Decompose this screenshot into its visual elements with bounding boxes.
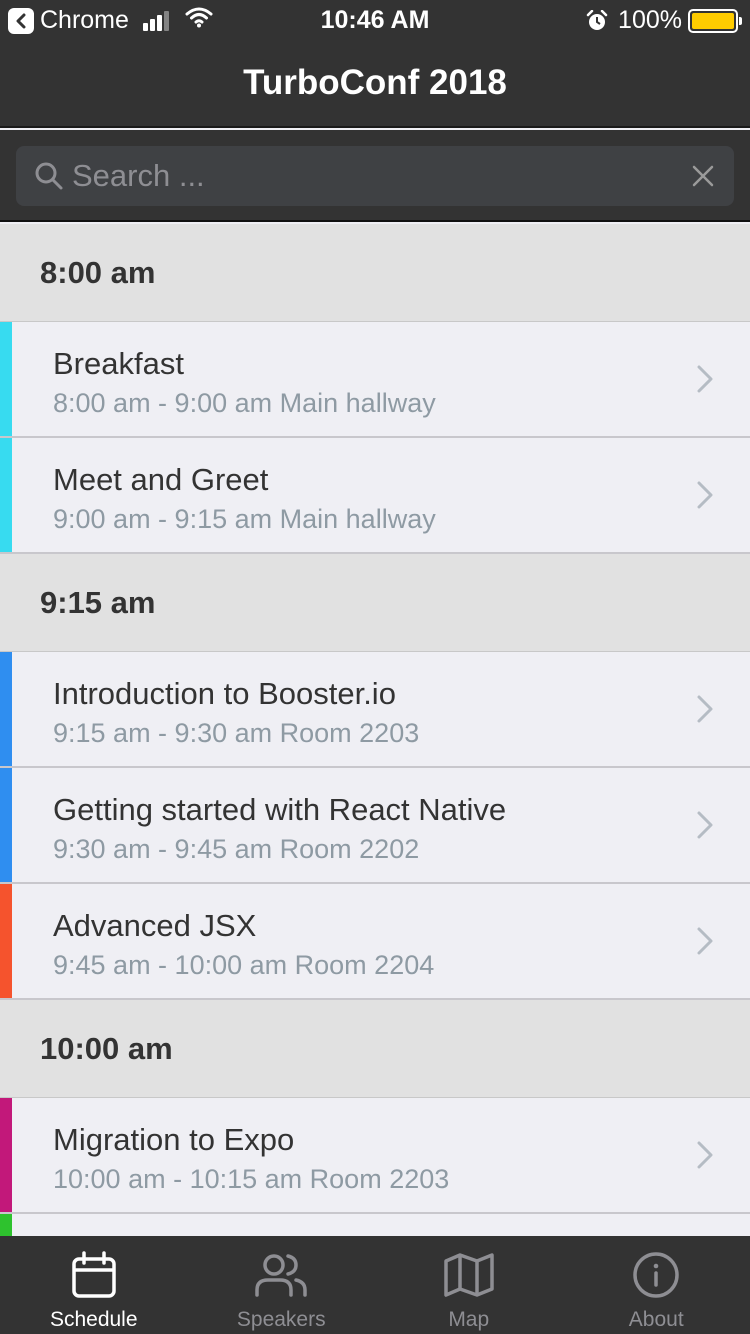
section-time: 10:00 am bbox=[40, 1030, 173, 1066]
track-color-bar bbox=[0, 652, 12, 766]
schedule-list[interactable]: 8:00 am Breakfast 8:00 am - 9:00 am Main… bbox=[0, 224, 750, 1236]
session-details: 10:00 am - 10:15 am Room 2203 bbox=[53, 1164, 449, 1195]
session-row[interactable]: Introduction to Booster.io 9:15 am - 9:3… bbox=[0, 652, 750, 768]
session-location: Room 2202 bbox=[279, 834, 420, 864]
session-title: Breakfast bbox=[53, 346, 184, 381]
session-time-range: 10:00 am - 10:15 am bbox=[53, 1164, 303, 1194]
tab-map[interactable]: Map bbox=[375, 1236, 563, 1334]
session-time-range: 9:00 am - 9:15 am bbox=[53, 504, 273, 534]
track-color-bar bbox=[0, 438, 12, 552]
chevron-right-icon bbox=[696, 810, 714, 840]
session-time-range: 8:00 am - 9:00 am bbox=[53, 388, 273, 418]
search-icon bbox=[34, 161, 64, 191]
search-input[interactable] bbox=[64, 146, 692, 206]
battery-percent: 100% bbox=[618, 6, 682, 34]
session-details: 8:00 am - 9:00 am Main hallway bbox=[53, 388, 436, 419]
tab-bar: Schedule Speakers Map About bbox=[0, 1236, 750, 1334]
alarm-icon bbox=[586, 9, 608, 32]
track-color-bar bbox=[0, 768, 12, 882]
session-row[interactable] bbox=[0, 1214, 750, 1236]
session-row[interactable]: Meet and Greet 9:00 am - 9:15 am Main ha… bbox=[0, 438, 750, 554]
session-row[interactable]: Advanced JSX 9:45 am - 10:00 am Room 220… bbox=[0, 884, 750, 1000]
users-icon bbox=[254, 1250, 308, 1300]
session-title: Introduction to Booster.io bbox=[53, 676, 396, 711]
session-details: 9:15 am - 9:30 am Room 2203 bbox=[53, 718, 419, 749]
session-title: Advanced JSX bbox=[53, 908, 257, 943]
section-header: 10:00 am bbox=[0, 1000, 750, 1098]
session-location: Room 2203 bbox=[279, 718, 420, 748]
session-title: Migration to Expo bbox=[53, 1122, 295, 1157]
session-details: 9:45 am - 10:00 am Room 2204 bbox=[53, 950, 434, 981]
tab-speakers[interactable]: Speakers bbox=[188, 1236, 376, 1334]
session-location: Room 2204 bbox=[294, 950, 435, 980]
session-row[interactable]: Getting started with React Native 9:30 a… bbox=[0, 768, 750, 884]
session-details: 9:30 am - 9:45 am Room 2202 bbox=[53, 834, 419, 865]
track-color-bar bbox=[0, 884, 12, 998]
tab-about[interactable]: About bbox=[563, 1236, 750, 1334]
map-icon bbox=[443, 1250, 495, 1300]
track-color-bar bbox=[0, 322, 12, 436]
session-location: Main hallway bbox=[279, 388, 436, 418]
session-title: Getting started with React Native bbox=[53, 792, 507, 827]
tab-schedule[interactable]: Schedule bbox=[0, 1236, 188, 1334]
session-time-range: 9:45 am - 10:00 am bbox=[53, 950, 288, 980]
search-bar bbox=[0, 130, 750, 222]
track-color-bar bbox=[0, 1098, 12, 1212]
section-header: 9:15 am bbox=[0, 554, 750, 652]
chevron-right-icon bbox=[696, 694, 714, 724]
tab-label: Speakers bbox=[236, 1308, 326, 1331]
session-title: Meet and Greet bbox=[53, 462, 269, 497]
track-color-bar bbox=[0, 1214, 12, 1236]
session-time-range: 9:30 am - 9:45 am bbox=[53, 834, 273, 864]
status-bar: Chrome 10:46 AM 100% bbox=[0, 0, 750, 40]
page-title: TurboConf 2018 bbox=[243, 63, 507, 102]
session-time-range: 9:15 am - 9:30 am bbox=[53, 718, 273, 748]
session-details: 9:00 am - 9:15 am Main hallway bbox=[53, 504, 436, 535]
tab-label: About bbox=[628, 1308, 684, 1331]
info-icon bbox=[632, 1250, 680, 1300]
session-row[interactable]: Breakfast 8:00 am - 9:00 am Main hallway bbox=[0, 322, 750, 438]
battery-icon bbox=[688, 8, 742, 33]
clear-search-icon[interactable] bbox=[692, 165, 714, 187]
session-row[interactable]: Migration to Expo 10:00 am - 10:15 am Ro… bbox=[0, 1098, 750, 1214]
tab-label: Schedule bbox=[49, 1308, 138, 1331]
calendar-icon bbox=[71, 1250, 117, 1300]
section-time: 8:00 am bbox=[40, 254, 156, 290]
tab-label: Map bbox=[448, 1308, 490, 1331]
session-location: Main hallway bbox=[279, 504, 436, 534]
chevron-right-icon bbox=[696, 926, 714, 956]
section-time: 9:15 am bbox=[40, 584, 156, 620]
section-header: 8:00 am bbox=[0, 224, 750, 322]
chevron-right-icon bbox=[696, 1140, 714, 1170]
chevron-right-icon bbox=[696, 480, 714, 510]
nav-bar: TurboConf 2018 bbox=[0, 40, 750, 128]
chevron-right-icon bbox=[696, 364, 714, 394]
search-box[interactable] bbox=[16, 146, 734, 206]
session-location: Room 2203 bbox=[309, 1164, 450, 1194]
